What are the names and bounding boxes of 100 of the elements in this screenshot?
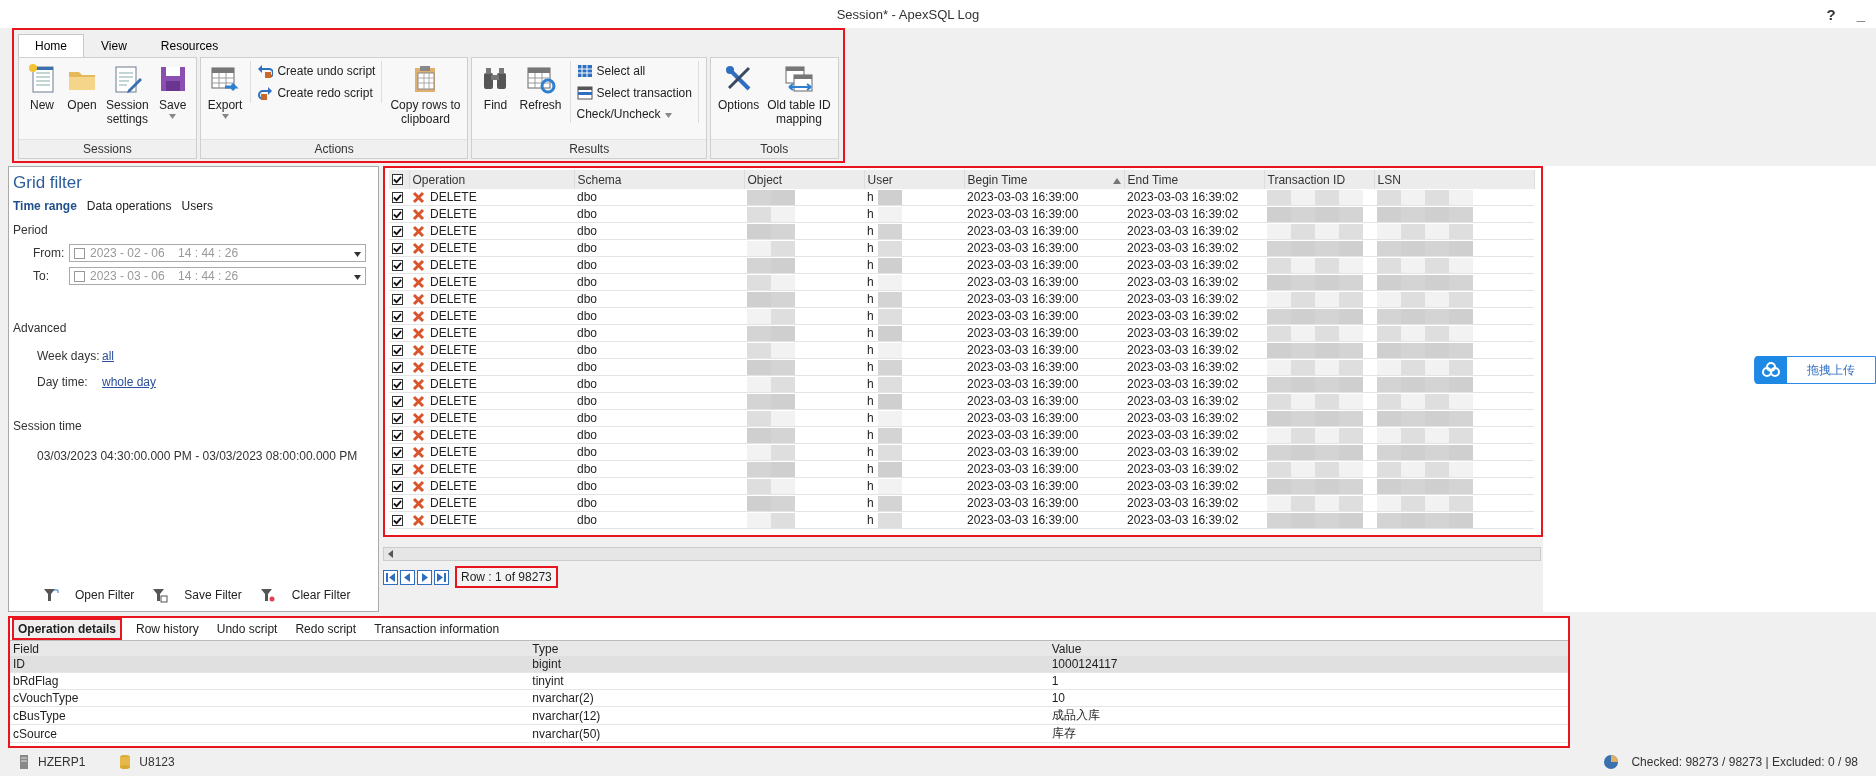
checkbox[interactable] <box>392 378 403 390</box>
filter-button[interactable]: Save Filter <box>152 587 242 603</box>
upload-button[interactable]: 拖拽上传 <box>1754 356 1876 384</box>
checkbox[interactable] <box>392 344 403 356</box>
table-cell: 2023-03-03 16:39:02 <box>1124 324 1264 342</box>
checkbox[interactable] <box>392 361 403 373</box>
blurred-text <box>877 342 902 358</box>
blurred-text <box>877 291 902 307</box>
table-cell: 2023-03-03 16:39:00 <box>964 189 1124 206</box>
column-header[interactable]: User <box>864 170 964 189</box>
checkbox[interactable] <box>392 446 403 458</box>
table-cell: h <box>867 325 874 340</box>
horizontal-scrollbar[interactable] <box>383 547 1541 561</box>
ribbon-button[interactable]: New <box>22 61 62 114</box>
ribbon-button[interactable]: Select all <box>576 63 692 79</box>
table-cell: DELETE <box>430 275 477 289</box>
detail-tab[interactable]: Undo script <box>212 620 282 638</box>
previous-icon <box>402 571 413 583</box>
checkbox[interactable] <box>392 225 403 237</box>
ribbon-button[interactable]: Select transaction <box>576 85 692 101</box>
column-header[interactable]: Schema <box>574 170 744 189</box>
detail-tab[interactable]: Row history <box>132 620 203 638</box>
checkbox[interactable] <box>392 514 403 526</box>
column-header[interactable]: Object <box>744 170 864 189</box>
checkbox[interactable] <box>392 259 403 271</box>
table-cell: h <box>867 427 874 442</box>
ribbon-button[interactable]: Create redo script <box>257 85 376 101</box>
ribbon-button[interactable]: Find <box>475 61 516 114</box>
checkbox[interactable] <box>392 480 403 492</box>
column-header[interactable]: LSN <box>1374 170 1534 189</box>
ribbon-tab[interactable]: Resources <box>143 34 236 57</box>
table-row-icon <box>576 85 593 101</box>
help-button[interactable]: ? <box>1816 5 1846 23</box>
checkbox[interactable] <box>392 463 403 475</box>
filter-button[interactable]: Open Filter <box>43 587 135 603</box>
ribbon-button[interactable]: Open <box>62 61 102 114</box>
last-page-icon <box>436 571 447 583</box>
filter-tab[interactable]: Time range <box>13 199 77 213</box>
ribbon-button[interactable]: Refresh <box>515 61 566 114</box>
ribbon-button[interactable]: Save <box>152 61 193 121</box>
nav-button[interactable] <box>400 569 415 585</box>
checkbox[interactable] <box>392 429 403 441</box>
filter-tab[interactable]: Data operations <box>86 199 172 213</box>
nav-button[interactable] <box>417 569 432 585</box>
detail-tab[interactable]: Operation details <box>12 618 123 640</box>
filter-tab[interactable]: Users <box>181 199 213 213</box>
table-cell: 2023-03-03 16:39:00 <box>964 358 1124 376</box>
table-row[interactable]: bRdFlag tinyint 1 <box>10 672 1568 690</box>
checkbox[interactable] <box>392 497 403 509</box>
ribbon-button[interactable]: Export <box>203 61 247 121</box>
detail-tab[interactable]: Redo script <box>291 620 361 638</box>
checkbox[interactable] <box>392 191 403 203</box>
table-cell: DELETE <box>430 343 477 357</box>
table-row[interactable]: cVouchType nvarchar(2) 10 <box>10 689 1568 707</box>
column-header[interactable]: Begin Time <box>964 170 1124 189</box>
table-cell: 2023-03-03 16:39:00 <box>964 511 1124 529</box>
checkbox[interactable] <box>392 208 403 220</box>
checkbox[interactable] <box>392 327 403 339</box>
link[interactable]: whole day <box>102 375 157 389</box>
checkbox[interactable] <box>392 310 403 322</box>
ribbon-button[interactable]: Create undo script <box>257 63 376 79</box>
table-cell: h <box>867 223 874 238</box>
checkbox[interactable] <box>392 174 403 185</box>
table-cell: dbo <box>574 307 744 325</box>
ribbon-button[interactable]: Copy rows to clipboard <box>386 61 465 128</box>
column-header[interactable]: Operation <box>409 170 574 189</box>
column-header[interactable]: Transaction ID <box>1264 170 1374 189</box>
minimize-button[interactable]: _ <box>1846 5 1876 23</box>
table-row[interactable]: cBusType nvarchar(12) 成品入库 <box>10 706 1568 725</box>
table-row[interactable]: cSource nvarchar(50) 库存 <box>10 724 1568 743</box>
checkbox[interactable] <box>392 293 403 305</box>
checkbox[interactable] <box>392 276 403 288</box>
table-cell: 2023-03-03 16:39:02 <box>1124 409 1264 427</box>
table-cell: 2023-03-03 16:39:00 <box>964 443 1124 461</box>
checkbox[interactable] <box>392 412 403 424</box>
section-label: Period <box>13 223 49 237</box>
ribbon-button[interactable]: Session settings <box>102 61 153 128</box>
checkbox[interactable] <box>392 242 403 254</box>
link[interactable]: all <box>102 349 114 363</box>
nav-button[interactable] <box>383 569 398 585</box>
table-cell: DELETE <box>430 513 477 527</box>
table-cell: dbo <box>574 222 744 240</box>
nav-button[interactable] <box>434 569 449 585</box>
table-row[interactable]: ID bigint 1000124117 <box>10 656 1568 673</box>
table-cell: dbo <box>574 341 744 359</box>
panel-title: Grid filter <box>13 173 83 193</box>
ribbon-button[interactable]: Check/Uncheck <box>576 107 692 121</box>
table-cell: 2023-03-03 16:39:02 <box>1124 443 1264 461</box>
table-cell: cSource <box>10 724 530 743</box>
checkbox[interactable] <box>392 395 403 407</box>
table-cell: 2023-03-03 16:39:00 <box>964 205 1124 223</box>
detail-tab[interactable]: Transaction information <box>370 620 504 638</box>
delete-cross-icon <box>412 377 425 391</box>
filter-button[interactable]: Clear Filter <box>259 587 351 603</box>
ribbon-button[interactable]: Old table ID mapping <box>763 61 835 128</box>
table-cell: dbo <box>574 443 744 461</box>
ribbon-tab[interactable]: Home <box>18 34 84 57</box>
ribbon-button[interactable]: Options <box>713 61 764 114</box>
ribbon-tab[interactable]: View <box>84 34 144 57</box>
column-header[interactable]: End Time <box>1124 170 1264 189</box>
